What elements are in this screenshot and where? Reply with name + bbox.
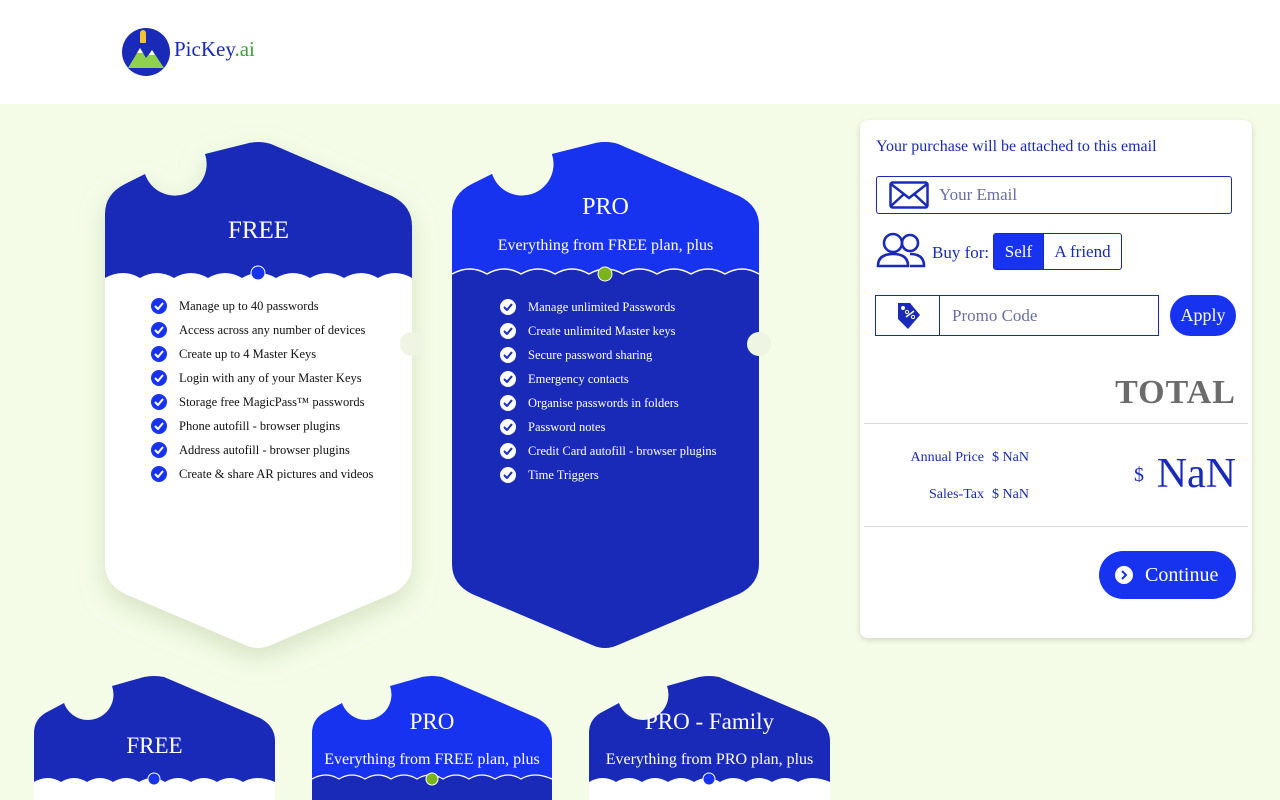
users-icon — [876, 232, 926, 268]
small-family-card-shape — [589, 676, 830, 800]
check-icon — [500, 323, 516, 339]
sales-tax-row: Sales-Tax $ NaN — [860, 487, 1060, 507]
check-icon — [151, 322, 167, 338]
feature-item: Create unlimited Master keys — [500, 319, 717, 343]
feature-item: Create up to 4 Master Keys — [151, 342, 373, 366]
free-plan-title: FREE — [227, 217, 290, 244]
feature-item: Address autofill - browser plugins — [151, 438, 373, 462]
feature-item: Phone autofill - browser plugins — [151, 414, 373, 438]
check-icon — [500, 467, 516, 483]
check-icon — [500, 347, 516, 363]
feature-item: Secure password sharing — [500, 343, 717, 367]
annual-price-row: Annual Price $ NaN — [860, 450, 1060, 470]
email-field[interactable] — [876, 176, 1232, 214]
pro-feature-list: Manage unlimited Passwords Create unlimi… — [500, 295, 717, 487]
pro-plan-subtitle: Everything from FREE plan, plus — [497, 237, 714, 254]
check-icon — [500, 419, 516, 435]
check-icon — [500, 371, 516, 387]
continue-button[interactable]: Continue — [1099, 551, 1236, 599]
total-amount: NaN — [1156, 451, 1236, 497]
feature-item: Emergency contacts — [500, 367, 717, 391]
buy-for-self-option[interactable]: Self — [993, 233, 1044, 270]
total-currency: $ — [1134, 464, 1144, 486]
pro-plan-title: PRO — [582, 194, 629, 220]
free-plan-card[interactable]: FREE Manage up to 40 passwords Access ac… — [105, 142, 424, 649]
promo-icon-box — [875, 295, 940, 336]
apply-button[interactable]: Apply — [1170, 295, 1236, 336]
annual-price-value: $ NaN — [992, 450, 1029, 465]
feature-item: Password notes — [500, 415, 717, 439]
discount-tag-icon — [898, 302, 920, 329]
email-label: Your purchase will be attached to this e… — [876, 138, 1157, 155]
feature-item: Credit Card autofill - browser plugins — [500, 439, 717, 463]
chevron-right-icon — [1115, 566, 1133, 584]
feature-item: Login with any of your Master Keys — [151, 366, 373, 390]
divider — [864, 423, 1248, 424]
header: PicKey.ai — [0, 0, 1280, 104]
sales-tax-value: $ NaN — [992, 487, 1029, 502]
promo-code-input[interactable] — [939, 295, 1159, 336]
feature-item: Manage unlimited Passwords — [500, 295, 717, 319]
small-free-plan-card[interactable]: FREE — [34, 676, 275, 800]
total-title: TOTAL — [1115, 374, 1236, 411]
divider — [864, 526, 1248, 527]
logo-icon[interactable] — [122, 28, 170, 76]
feature-item: Create & share AR pictures and videos — [151, 462, 373, 486]
small-pro-title: PRO — [409, 709, 455, 734]
feature-item: Manage up to 40 passwords — [151, 294, 373, 318]
check-icon — [151, 418, 167, 434]
check-icon — [500, 395, 516, 411]
small-family-title: PRO - Family — [644, 709, 775, 734]
buy-for-toggle: Self A friend — [993, 233, 1122, 270]
check-icon — [500, 299, 516, 315]
small-pro-card-shape — [311, 676, 553, 800]
small-family-plan-card[interactable]: PRO - Family Everything from PRO plan, p… — [589, 676, 830, 800]
free-feature-list: Manage up to 40 passwords Access across … — [151, 294, 373, 486]
small-free-title: FREE — [126, 733, 183, 758]
small-pro-subtitle: Everything from FREE plan, plus — [324, 751, 540, 768]
email-input[interactable] — [939, 181, 1219, 209]
feature-item: Access across any number of devices — [151, 318, 373, 342]
check-icon — [151, 370, 167, 386]
check-icon — [151, 442, 167, 458]
buy-for-friend-option[interactable]: A friend — [1044, 233, 1122, 270]
feature-item: Time Triggers — [500, 463, 717, 487]
check-icon — [151, 394, 167, 410]
envelope-icon — [889, 181, 929, 209]
check-icon — [151, 298, 167, 314]
pro-plan-card[interactable]: PRO Everything from FREE plan, plus Mana… — [451, 142, 771, 649]
check-icon — [151, 466, 167, 482]
small-family-subtitle: Everything from PRO plan, plus — [605, 751, 814, 768]
brand-name[interactable]: PicKey.ai — [174, 37, 255, 62]
check-icon — [151, 346, 167, 362]
continue-label: Continue — [1145, 563, 1219, 586]
checkout-panel: Your purchase will be attached to this e… — [860, 120, 1252, 638]
buy-for-label: Buy for: — [932, 243, 990, 262]
feature-item: Storage free MagicPass™ passwords — [151, 390, 373, 414]
sales-tax-label: Sales-Tax — [928, 487, 984, 502]
small-pro-plan-card[interactable]: PRO Everything from FREE plan, plus — [311, 676, 553, 800]
feature-item: Organise passwords in folders — [500, 391, 717, 415]
annual-price-label: Annual Price — [910, 450, 984, 465]
check-icon — [500, 443, 516, 459]
